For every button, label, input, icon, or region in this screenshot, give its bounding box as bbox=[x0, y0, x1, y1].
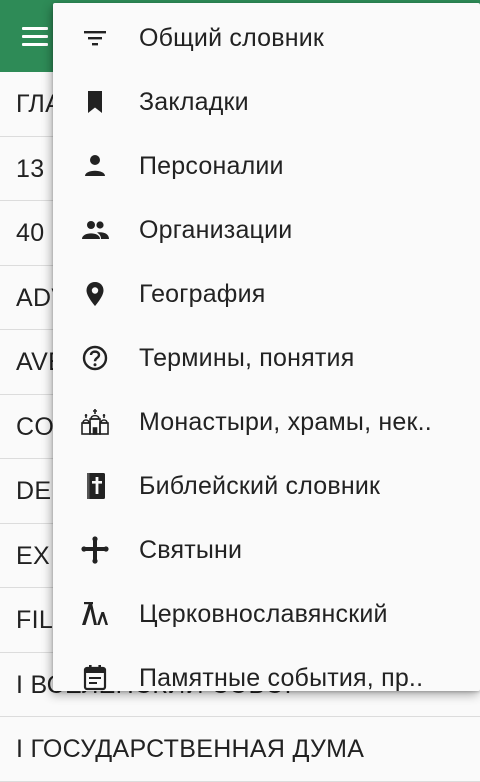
menu-item-bible-index[interactable]: Библейский словник bbox=[53, 454, 480, 518]
old-slavonic-letter-icon bbox=[80, 600, 110, 628]
menu-item-memorable-events[interactable]: Памятные события, пр.. bbox=[53, 646, 480, 691]
menu-item-persons[interactable]: Персоналии bbox=[53, 134, 480, 198]
calendar-event-icon bbox=[80, 664, 110, 691]
person-icon bbox=[80, 152, 110, 180]
menu-item-monasteries[interactable]: Монастыри, храмы, нек.. bbox=[53, 390, 480, 454]
people-icon bbox=[80, 216, 110, 244]
list-item-text: EX bbox=[16, 541, 50, 570]
menu-item-general-index[interactable]: Общий словник bbox=[53, 6, 480, 70]
help-circle-icon bbox=[80, 344, 110, 372]
hamburger-icon[interactable] bbox=[22, 27, 48, 47]
cross-icon bbox=[80, 536, 110, 564]
menu-item-shrines[interactable]: Святыни bbox=[53, 518, 480, 582]
list-item-text: 40 bbox=[16, 219, 45, 247]
church-icon bbox=[80, 408, 110, 436]
bible-icon bbox=[80, 472, 110, 500]
menu-item-label: Общий словник bbox=[139, 24, 325, 52]
menu-item-terms[interactable]: Термины, понятия bbox=[53, 326, 480, 390]
menu-item-label: Монастыри, храмы, нек.. bbox=[139, 408, 432, 436]
list-item-text: 13 bbox=[16, 154, 45, 183]
menu-item-label: Термины, понятия bbox=[139, 344, 355, 372]
location-pin-icon bbox=[80, 280, 110, 308]
menu-item-label: Памятные события, пр.. bbox=[139, 664, 424, 691]
menu-item-church-slavonic[interactable]: Церковнославянский bbox=[53, 582, 480, 646]
menu-item-organizations[interactable]: Организации bbox=[53, 198, 480, 262]
list-item-text: I ГОСУДАРСТВЕННАЯ ДУМА bbox=[16, 735, 365, 763]
menu-item-label: Персоналии bbox=[139, 152, 284, 180]
list-item[interactable]: I ГОСУДАРСТВЕННАЯ ДУМА bbox=[0, 717, 480, 782]
menu-item-label: География bbox=[139, 280, 266, 308]
menu-item-label: Церковнославянский bbox=[139, 600, 388, 628]
menu-item-bookmarks[interactable]: Закладки bbox=[53, 70, 480, 134]
menu-item-label: Организации bbox=[139, 216, 293, 244]
menu-item-label: Святыни bbox=[139, 536, 243, 564]
menu-item-geography[interactable]: География bbox=[53, 262, 480, 326]
category-menu: Общий словник Закладки Персоналии Органи… bbox=[53, 3, 480, 691]
menu-item-label: Библейский словник bbox=[139, 472, 381, 500]
bookmark-icon bbox=[80, 88, 110, 116]
menu-item-label: Закладки bbox=[139, 88, 249, 116]
filter-list-icon bbox=[80, 24, 110, 52]
